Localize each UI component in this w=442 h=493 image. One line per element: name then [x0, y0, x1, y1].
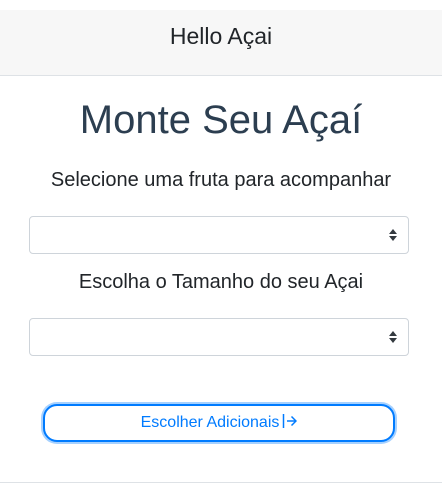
fruit-select[interactable] [29, 216, 409, 254]
top-navbar: Hello Açai [0, 10, 442, 76]
choose-extras-button-label: Escolher Adicionais [140, 414, 280, 431]
size-select[interactable] [29, 318, 409, 356]
sort-caret-icon [389, 331, 397, 343]
choose-extras-button[interactable]: Escolher Adicionais [43, 404, 395, 442]
page-title: Monte Seu Açaí [79, 98, 363, 142]
footer-divider [0, 482, 442, 483]
fruit-select-label: Selecione uma fruta para acompanhar [50, 169, 392, 191]
arrow-right-to-bar-icon [283, 414, 298, 429]
sort-caret-icon [389, 229, 397, 241]
app-title: Hello Açai [169, 23, 273, 49]
size-select-label: Escolha o Tamanho do seu Açai [78, 271, 364, 293]
